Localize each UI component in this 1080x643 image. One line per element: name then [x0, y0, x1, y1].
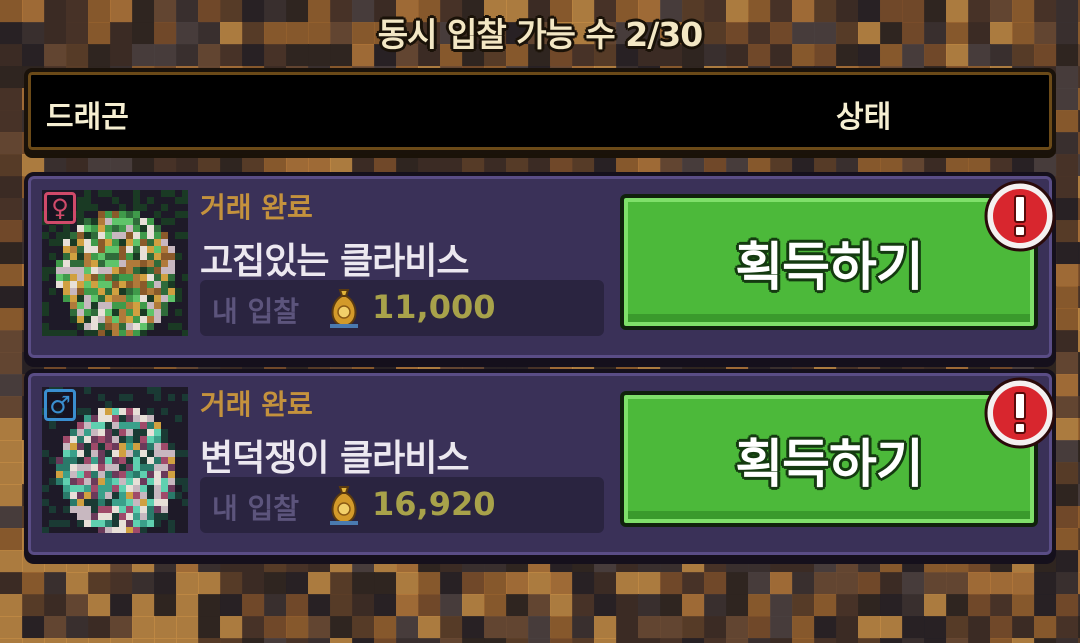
- dragon-list-item: ♂ 거래 완료 변덕쟁이 클라비스 내 입찰 16,920 획득하기: [24, 369, 1056, 559]
- my-bid-amount: 11,000: [372, 288, 496, 326]
- acquire-button-label: 획득하기: [735, 434, 923, 495]
- my-bid-box: 내 입찰 11,000: [200, 280, 604, 336]
- my-bid-box: 내 입찰 16,920: [200, 477, 604, 533]
- my-bid-label: 내 입찰: [212, 295, 300, 328]
- list-header: 드래곤 상태: [24, 68, 1056, 154]
- dragon-list-item: ♀ 거래 완료 고집있는 클라비스 내 입찰 11,000 획득하기: [24, 172, 1056, 362]
- dragon-portrait: ♀: [42, 190, 188, 336]
- exclamation-alert-icon: [984, 377, 1056, 449]
- exclamation-alert-icon: [984, 180, 1056, 252]
- male-gender-icon: ♂: [44, 389, 76, 421]
- concurrent-bid-count-title: 동시 입찰 가능 수 2/30: [377, 15, 703, 54]
- dragon-name: 변덕쟁이 클라비스: [200, 438, 469, 479]
- acquire-button[interactable]: 획득하기: [620, 194, 1038, 330]
- column-header-status: 상태: [836, 100, 892, 135]
- gold-bag-icon: [330, 289, 358, 328]
- acquire-button-label: 획득하기: [735, 237, 923, 298]
- female-gender-icon: ♀: [44, 192, 76, 224]
- my-bid-label: 내 입찰: [212, 492, 300, 525]
- acquire-button[interactable]: 획득하기: [620, 391, 1038, 527]
- trade-status: 거래 완료: [200, 388, 313, 421]
- dragon-portrait: ♂: [42, 387, 188, 533]
- gold-bag-icon: [330, 486, 358, 525]
- trade-status: 거래 완료: [200, 191, 313, 224]
- column-header-dragon: 드래곤: [46, 100, 129, 135]
- dragon-name: 고집있는 클라비스: [200, 241, 469, 282]
- my-bid-amount: 16,920: [372, 485, 496, 523]
